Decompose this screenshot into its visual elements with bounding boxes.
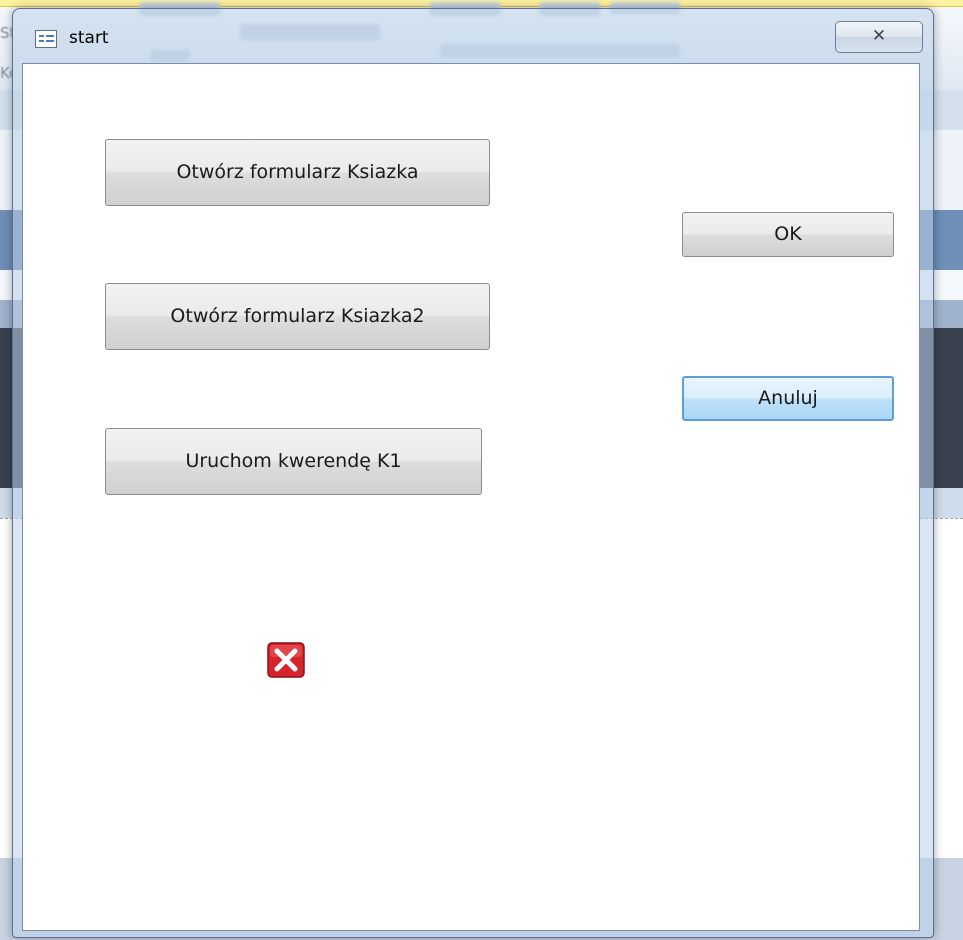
open-ksiazka2-form-button[interactable]: Otwórz formularz Ksiazka2 [105,283,490,350]
window-title: start [69,28,109,48]
open-ksiazka-form-button[interactable]: Otwórz formularz Ksiazka [105,139,490,206]
background-text: St [0,24,12,42]
background-text: Ko [0,64,12,82]
ok-button[interactable]: OK [682,212,894,257]
title-bar[interactable]: start ✕ [13,9,933,65]
form-icon [35,30,57,48]
close-button[interactable]: ✕ [835,21,923,53]
close-icon: ✕ [871,26,887,46]
run-query-k1-button[interactable]: Uruchom kwerendę K1 [105,428,482,495]
error-x-icon [267,642,305,678]
cancel-button[interactable]: Anuluj [682,376,894,421]
form-client-area: Otwórz formularz Ksiazka Otwórz formular… [22,63,920,931]
start-dialog-window: start ✕ Otwórz formularz Ksiazka Otwórz … [12,8,934,938]
